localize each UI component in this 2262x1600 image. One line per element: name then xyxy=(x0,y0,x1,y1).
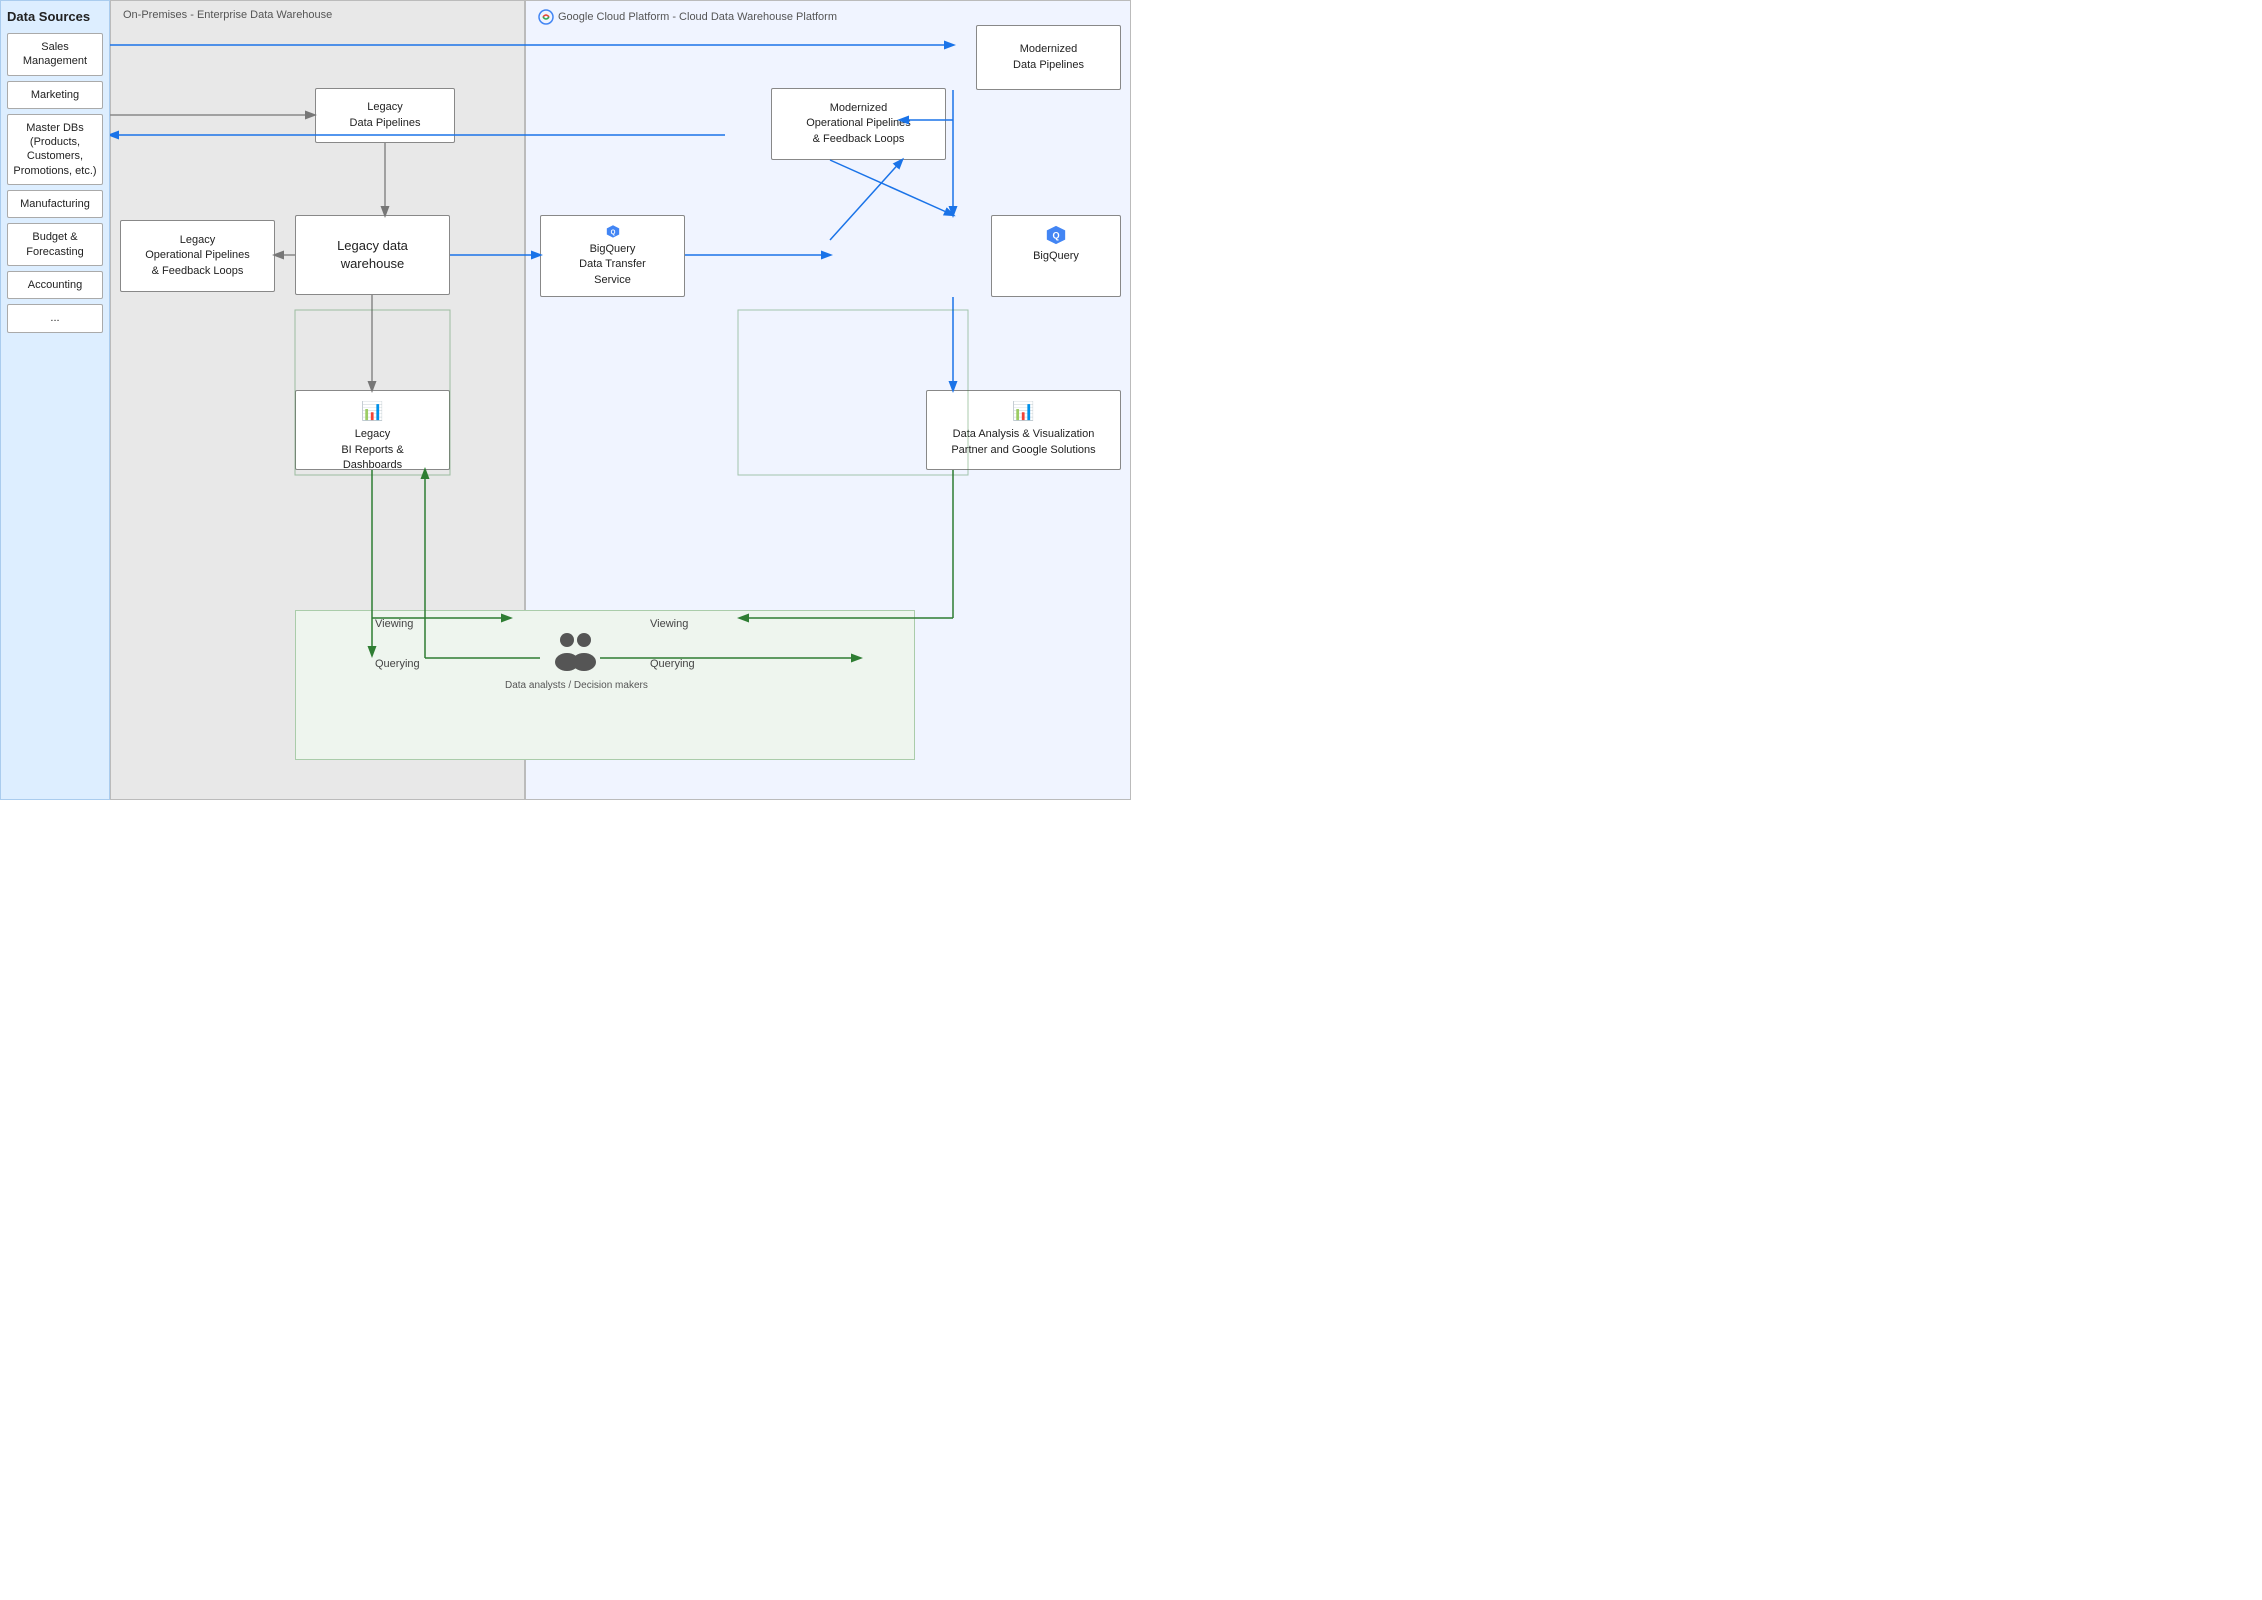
ds-masterdbs: Master DBs (Products, Customers, Promoti… xyxy=(7,114,103,185)
querying-label-left: Querying xyxy=(375,658,420,670)
data-analysis-node: 📊 Data Analysis & VisualizationPartner a… xyxy=(926,390,1121,470)
bigquery-dts-icon: Q xyxy=(602,224,624,239)
viewing-label-left: Viewing xyxy=(375,618,413,630)
diagram-container: Data Sources Sales Management Marketing … xyxy=(0,0,1131,800)
gcp-text: Google Cloud Platform - Cloud Data Wareh… xyxy=(558,11,837,23)
legacy-data-warehouse-node: Legacy datawarehouse xyxy=(295,215,450,295)
users-icon xyxy=(549,630,604,675)
main-area: On-Premises - Enterprise Data Warehouse … xyxy=(110,0,1131,800)
bigquery-icon: Q xyxy=(1045,224,1067,246)
data-analysis-icon: 📊 xyxy=(1012,399,1034,424)
ds-accounting: Accounting xyxy=(7,271,103,299)
data-sources-title: Data Sources xyxy=(7,9,103,24)
on-premises-label: On-Premises - Enterprise Data Warehouse xyxy=(123,9,332,21)
modernized-op-pipelines-label: ModernizedOperational Pipelines& Feedbac… xyxy=(806,101,911,147)
legacy-op-pipelines-label: LegacyOperational Pipelines& Feedback Lo… xyxy=(145,233,250,279)
ds-marketing: Marketing xyxy=(7,81,103,109)
viewing-label-right: Viewing xyxy=(650,618,688,630)
user-figure: Data analysts / Decision makers xyxy=(505,630,648,691)
legacy-bi-label: LegacyBI Reports &Dashboards xyxy=(341,427,403,473)
legacy-data-pipelines-node: LegacyData Pipelines xyxy=(315,88,455,143)
gcp-label: Google Cloud Platform - Cloud Data Wareh… xyxy=(538,9,837,25)
legacy-op-pipelines-node: LegacyOperational Pipelines& Feedback Lo… xyxy=(120,220,275,292)
data-sources-panel: Data Sources Sales Management Marketing … xyxy=(0,0,110,800)
data-analysts-label: Data analysts / Decision makers xyxy=(505,680,648,691)
legacy-data-warehouse-label: Legacy datawarehouse xyxy=(337,237,408,273)
modernized-op-pipelines-node: ModernizedOperational Pipelines& Feedbac… xyxy=(771,88,946,160)
querying-label-right: Querying xyxy=(650,658,695,670)
legacy-data-pipelines-label: LegacyData Pipelines xyxy=(350,100,421,131)
ds-etc: ... xyxy=(7,304,103,332)
ds-manufacturing: Manufacturing xyxy=(7,190,103,218)
bi-chart-icon: 📊 xyxy=(361,399,383,424)
google-cloud-icon xyxy=(538,9,554,25)
svg-text:Q: Q xyxy=(610,229,615,236)
modernized-data-pipelines-node: ModernizedData Pipelines xyxy=(976,25,1121,90)
ds-budget: Budget & Forecasting xyxy=(7,223,103,266)
bigquery-dts-node: Q BigQueryData TransferService xyxy=(540,215,685,297)
ds-sales: Sales Management xyxy=(7,33,103,76)
bigquery-node: Q BigQuery xyxy=(991,215,1121,297)
bigquery-dts-label: BigQueryData TransferService xyxy=(579,242,646,288)
data-analysis-label: Data Analysis & VisualizationPartner and… xyxy=(951,427,1095,458)
modernized-data-pipelines-label: ModernizedData Pipelines xyxy=(1013,42,1084,73)
legacy-bi-reports-node: 📊 LegacyBI Reports &Dashboards xyxy=(295,390,450,470)
bigquery-label: BigQuery xyxy=(1033,249,1079,264)
svg-text:Q: Q xyxy=(1052,231,1059,241)
